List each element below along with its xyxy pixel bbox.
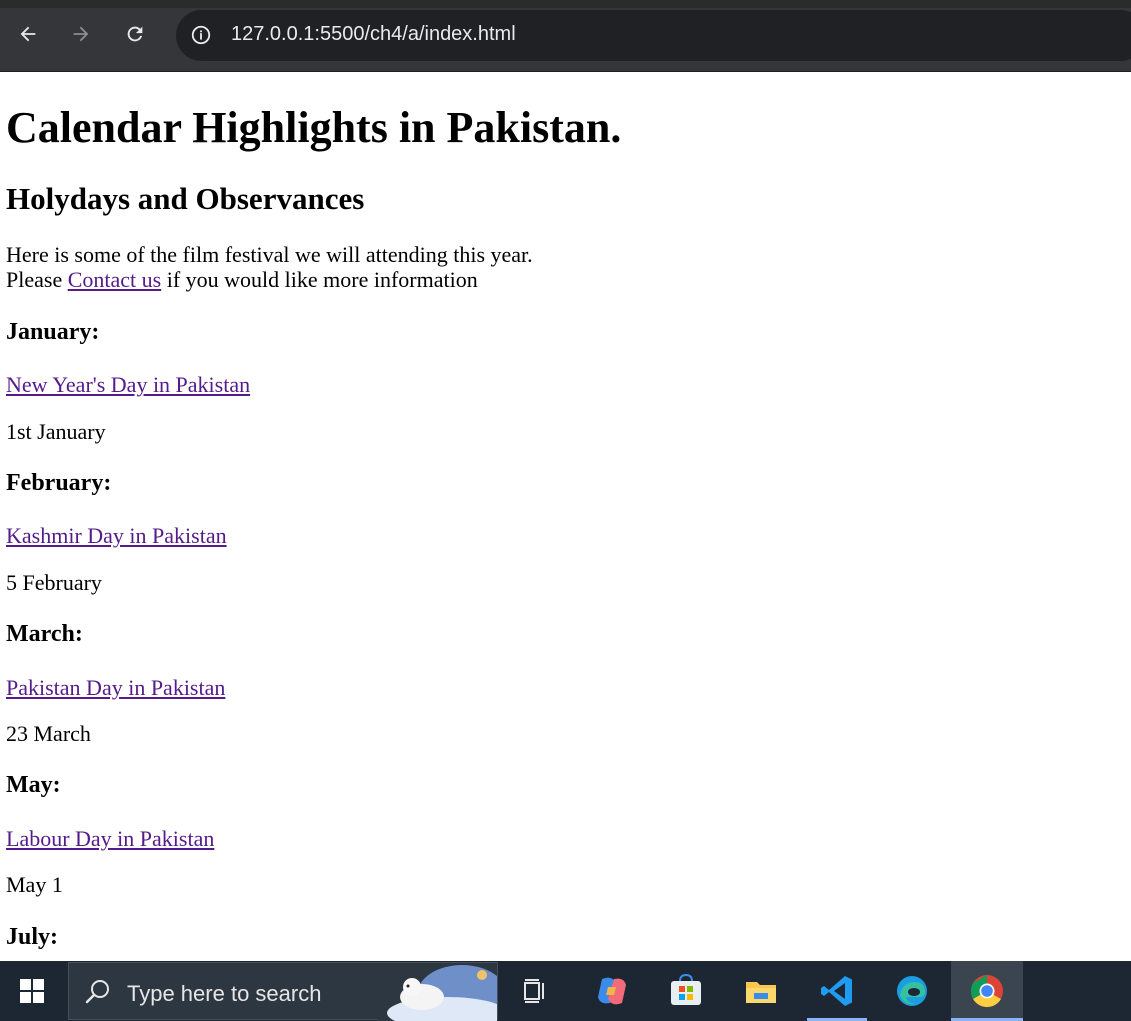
intro-line-1: Here is some of the film festival we wil…	[6, 242, 533, 267]
contact-us-link[interactable]: Contact us	[68, 267, 162, 292]
task-view-icon	[524, 979, 544, 1003]
vscode-icon	[821, 976, 852, 1006]
windows-logo-icon	[20, 979, 44, 1003]
reload-button[interactable]	[117, 16, 153, 52]
chrome-icon	[970, 975, 1003, 1008]
task-view-button[interactable]	[505, 961, 565, 1021]
search-icon	[85, 980, 109, 1004]
polar-bear-highlight-icon	[377, 963, 497, 1021]
month-heading-may: May:	[6, 772, 61, 798]
forward-arrow-icon	[73, 26, 89, 42]
holiday-date-february: 5 February	[6, 570, 102, 595]
file-explorer-button[interactable]	[731, 961, 791, 1021]
copilot-button[interactable]	[582, 961, 642, 1021]
vscode-button[interactable]	[807, 961, 867, 1021]
forward-button[interactable]	[63, 16, 99, 52]
intro-line-2-before: Please	[6, 267, 68, 292]
intro-paragraph: Here is some of the film festival we wil…	[6, 242, 533, 292]
taskbar-search-box[interactable]: Type here to search	[68, 962, 498, 1021]
month-heading-february: February:	[6, 470, 112, 496]
holiday-link-new-years-day[interactable]: New Year's Day in Pakistan	[6, 372, 250, 398]
holiday-link-pakistan-day[interactable]: Pakistan Day in Pakistan	[6, 675, 225, 701]
tab-strip	[0, 0, 1131, 8]
month-heading-march: March:	[6, 621, 83, 647]
holiday-date-january: 1st January	[6, 419, 106, 444]
microsoft-store-icon	[671, 973, 701, 1005]
chrome-button[interactable]	[951, 961, 1023, 1021]
start-button[interactable]	[0, 961, 64, 1021]
edge-icon	[897, 976, 927, 1006]
microsoft-store-button[interactable]	[656, 961, 716, 1021]
site-info-icon[interactable]	[186, 20, 216, 50]
holiday-date-may: May 1	[6, 872, 63, 897]
browser-toolbar: 127.0.0.1:5500/ch4/a/index.html	[0, 0, 1131, 72]
folder-icon	[746, 982, 776, 1003]
holiday-date-march: 23 March	[6, 721, 91, 746]
back-button[interactable]	[10, 16, 46, 52]
address-bar[interactable]: 127.0.0.1:5500/ch4/a/index.html	[176, 10, 1131, 61]
reload-icon	[127, 26, 143, 42]
edge-button[interactable]	[882, 961, 942, 1021]
holiday-link-kashmir-day[interactable]: Kashmir Day in Pakistan	[6, 523, 227, 549]
holiday-link-labour-day[interactable]: Labour Day in Pakistan	[6, 826, 214, 852]
month-heading-july: July:	[6, 924, 59, 950]
intro-line-2-after: if you would like more information	[161, 267, 478, 292]
taskbar: Type here to search	[0, 961, 1131, 1021]
back-arrow-icon	[20, 26, 36, 42]
search-placeholder: Type here to search	[127, 981, 322, 1006]
month-heading-january: January:	[6, 319, 100, 345]
copilot-icon	[598, 977, 626, 1005]
url-text[interactable]: 127.0.0.1:5500/ch4/a/index.html	[231, 23, 516, 46]
page-title: Calendar Highlights in Pakistan.	[6, 103, 622, 152]
page-subtitle: Holydays and Observances	[6, 181, 365, 216]
